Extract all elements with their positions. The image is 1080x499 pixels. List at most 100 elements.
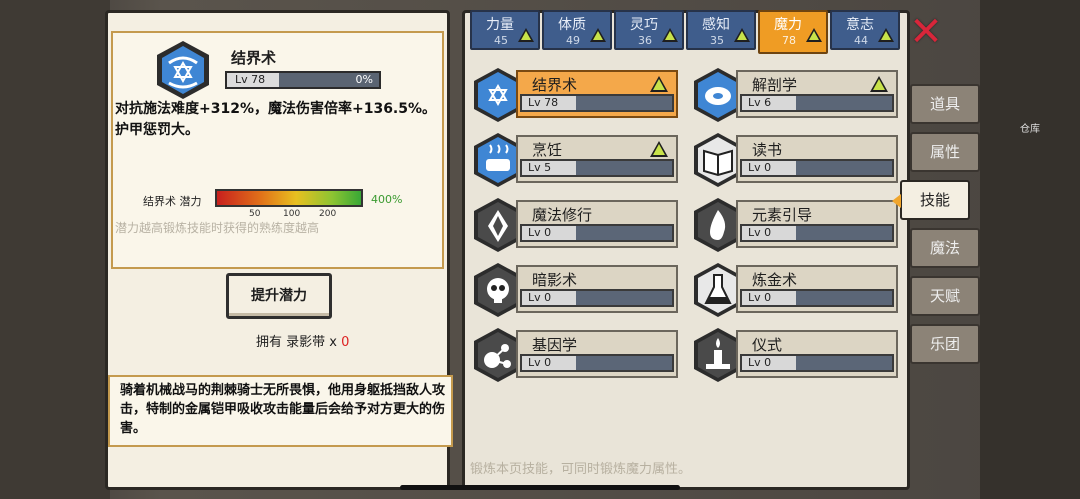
skill-name: 炼金术 xyxy=(752,271,798,289)
skill-card-reading[interactable]: 读书 Lv 0 xyxy=(692,131,902,187)
tab-label: 灵巧 xyxy=(630,17,658,33)
upgrade-arrow-icon xyxy=(590,28,606,42)
skill-level-bar: Lv 0 xyxy=(740,224,894,242)
skill-card-element-guide[interactable]: 元素引导 Lv 0 xyxy=(692,196,902,252)
upgrade-arrow-icon xyxy=(518,28,534,42)
skill-card-genetics[interactable]: 基因学 Lv 0 xyxy=(472,326,682,382)
upgrade-arrow-icon xyxy=(870,76,888,92)
story-text: 骑着机械战马的荆棘骑士无所畏惧，他用身躯抵挡敌人攻击，特制的金属铠甲吸收攻击能量… xyxy=(108,375,453,447)
tab-value: 44 xyxy=(854,34,868,47)
tab-label: 感知 xyxy=(702,17,730,33)
tab-value: 35 xyxy=(710,34,724,47)
background-left xyxy=(0,0,110,499)
tab-label: 魔力 xyxy=(774,17,802,33)
skill-name: 结界术 xyxy=(231,49,277,67)
bottom-hint: 锻炼本页技能，可同时锻炼魔力属性。 xyxy=(470,462,692,477)
skill-name: 读书 xyxy=(752,141,783,159)
potential-tick: 50 xyxy=(249,209,261,219)
skill-name: 魔法修行 xyxy=(532,206,593,224)
skill-detail-card: 结界术 Lv 78 0% 对抗施法难度+312%，魔法伤害倍率+136.5%。护… xyxy=(111,31,444,269)
skill-level-bar: Lv 78 0% xyxy=(225,71,381,89)
tab-strength[interactable]: 力量 45 xyxy=(470,10,540,50)
skill-level-bar: Lv 78 xyxy=(520,94,674,112)
tab-value: 49 xyxy=(566,34,580,47)
skill-level-bar: Lv 0 xyxy=(520,224,674,242)
potential-hint: 潜力越高锻炼技能时获得的熟练度越高 xyxy=(115,221,320,235)
skill-level-bar: Lv 0 xyxy=(740,354,894,372)
potential-tick: 200 xyxy=(319,209,337,219)
tab-will[interactable]: 意志 44 xyxy=(830,10,900,50)
tab-magic[interactable]: 魔力 78 xyxy=(758,10,828,54)
skill-description: 对抗施法难度+312%，魔法伤害倍率+136.5%。护甲惩罚大。 xyxy=(115,101,437,138)
skill-card-alchemy[interactable]: 炼金术 Lv 0 xyxy=(692,261,902,317)
skill-card-magic-training[interactable]: 魔法修行 Lv 0 xyxy=(472,196,682,252)
tab-value: 36 xyxy=(638,34,652,47)
upgrade-arrow-icon xyxy=(806,28,822,42)
potential-value: 400% xyxy=(371,193,403,206)
tab-label: 体质 xyxy=(558,17,586,33)
warehouse-label[interactable]: 仓库 xyxy=(1020,120,1040,135)
potential-bar xyxy=(215,189,363,207)
skill-level: Lv 0 xyxy=(742,356,796,370)
skill-name: 元素引导 xyxy=(752,206,813,224)
side-tab-magic[interactable]: 魔法 xyxy=(910,228,980,268)
upgrade-arrow-icon xyxy=(662,28,678,42)
potential-label: 结界术 潜力 xyxy=(143,195,202,208)
skill-level-bar: Lv 0 xyxy=(740,289,894,307)
background-right xyxy=(980,0,1080,499)
side-tab-items[interactable]: 道具 xyxy=(910,84,980,124)
skill-detail-panel: 结界术 Lv 78 0% 对抗施法难度+312%，魔法伤害倍率+136.5%。护… xyxy=(105,10,453,490)
skill-name: 仪式 xyxy=(752,336,783,354)
tab-label: 力量 xyxy=(486,17,514,33)
potential-tick: 100 xyxy=(283,209,301,219)
skill-name: 暗影术 xyxy=(532,271,578,289)
skill-level: Lv 78 xyxy=(227,73,279,87)
skill-level: Lv 78 xyxy=(522,96,576,110)
skill-level-bar: Lv 0 xyxy=(520,289,674,307)
skill-level: Lv 0 xyxy=(522,226,576,240)
side-tab-skills[interactable]: 技能 xyxy=(892,180,970,220)
side-tab-talent[interactable]: 天赋 xyxy=(910,276,980,316)
skill-level: Lv 0 xyxy=(742,291,796,305)
skill-level-bar: Lv 0 xyxy=(520,354,674,372)
hexagram-icon xyxy=(157,41,209,99)
skill-card-shadow[interactable]: 暗影术 Lv 0 xyxy=(472,261,682,317)
skill-level: Lv 5 xyxy=(522,161,576,175)
upgrade-potential-label: 提升潜力 xyxy=(251,288,307,304)
tab-value: 45 xyxy=(494,34,508,47)
stat-tabs: 力量 45 体质 49 灵巧 36 感知 35 魔力 78 意志 44 xyxy=(470,10,910,54)
skill-level: Lv 0 xyxy=(522,356,576,370)
skill-card-barrier[interactable]: 结界术 Lv 78 xyxy=(472,66,682,122)
side-tab-attributes[interactable]: 属性 xyxy=(910,132,980,172)
skill-name: 解剖学 xyxy=(752,76,798,94)
owned-tapes-label: 拥有 录影带 x xyxy=(256,335,337,350)
owned-tapes: 拥有 录影带 x 0 xyxy=(256,331,349,350)
tab-value: 78 xyxy=(782,34,796,47)
upgrade-arrow-icon xyxy=(650,76,668,92)
skill-level: Lv 6 xyxy=(742,96,796,110)
upgrade-arrow-icon xyxy=(878,28,894,42)
skill-card-anatomy[interactable]: 解剖学 Lv 6 xyxy=(692,66,902,122)
skill-card-cooking[interactable]: 烹饪 Lv 5 xyxy=(472,131,682,187)
skill-name: 基因学 xyxy=(532,336,578,354)
skill-level-bar: Lv 6 xyxy=(740,94,894,112)
home-indicator[interactable] xyxy=(400,485,680,490)
upgrade-arrow-icon xyxy=(734,28,750,42)
skill-name: 结界术 xyxy=(532,76,578,94)
side-tab-band[interactable]: 乐团 xyxy=(910,324,980,364)
skill-level: Lv 0 xyxy=(742,161,796,175)
skill-progress-text: 0% xyxy=(355,73,373,86)
skill-name: 烹饪 xyxy=(532,141,563,159)
tab-perception[interactable]: 感知 35 xyxy=(686,10,756,50)
skill-level-bar: Lv 0 xyxy=(740,159,894,177)
upgrade-arrow-icon xyxy=(650,141,668,157)
skill-level: Lv 0 xyxy=(522,291,576,305)
skill-level-bar: Lv 5 xyxy=(520,159,674,177)
upgrade-potential-button[interactable]: 提升潜力 xyxy=(226,273,332,319)
skill-card-ritual[interactable]: 仪式 Lv 0 xyxy=(692,326,902,382)
tab-constitution[interactable]: 体质 49 xyxy=(542,10,612,50)
close-icon[interactable]: ✕ xyxy=(906,12,946,52)
tab-dexterity[interactable]: 灵巧 36 xyxy=(614,10,684,50)
tab-label: 意志 xyxy=(846,17,874,33)
owned-tapes-count: 0 xyxy=(341,335,350,350)
